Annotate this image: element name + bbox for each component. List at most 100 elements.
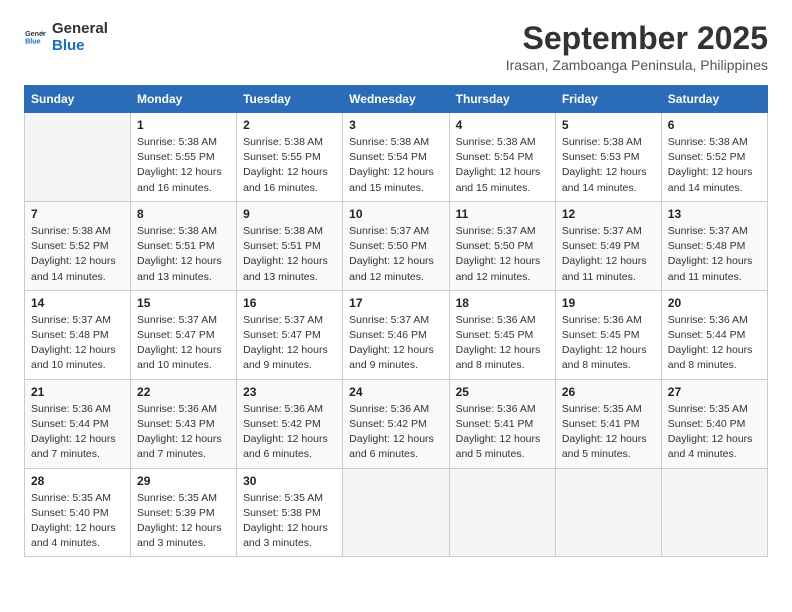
day-info: Sunrise: 5:38 AM Sunset: 5:52 PM Dayligh… [31,224,124,285]
calendar-cell: 19 Sunrise: 5:36 AM Sunset: 5:45 PM Dayli… [555,290,661,379]
day-info: Sunrise: 5:37 AM Sunset: 5:50 PM Dayligh… [456,224,549,285]
day-number: 7 [31,207,124,221]
calendar-cell [661,468,767,557]
day-info: Sunrise: 5:37 AM Sunset: 5:49 PM Dayligh… [562,224,655,285]
logo-line2: Blue [52,37,108,54]
calendar-cell: 23 Sunrise: 5:36 AM Sunset: 5:42 PM Dayli… [237,379,343,468]
day-info: Sunrise: 5:36 AM Sunset: 5:44 PM Dayligh… [31,402,124,463]
day-number: 29 [137,474,230,488]
calendar-cell: 14 Sunrise: 5:37 AM Sunset: 5:48 PM Dayli… [25,290,131,379]
calendar-cell: 24Sunrise: 5:36 AM Sunset: 5:42 PM Dayli… [343,379,449,468]
day-number: 14 [31,296,124,310]
day-info: Sunrise: 5:37 AM Sunset: 5:47 PM Dayligh… [137,313,230,374]
day-number: 5 [562,118,655,132]
day-info: Sunrise: 5:36 AM Sunset: 5:42 PM Dayligh… [243,402,336,463]
day-info: Sunrise: 5:37 AM Sunset: 5:47 PM Dayligh… [243,313,336,374]
day-info: Sunrise: 5:38 AM Sunset: 5:54 PM Dayligh… [456,135,549,196]
calendar-week-4: 21 Sunrise: 5:36 AM Sunset: 5:44 PM Dayli… [25,379,768,468]
day-header-thursday: Thursday [449,86,555,113]
day-number: 1 [137,118,230,132]
calendar-cell [555,468,661,557]
calendar-cell: 16 Sunrise: 5:37 AM Sunset: 5:47 PM Dayli… [237,290,343,379]
day-info: Sunrise: 5:35 AM Sunset: 5:41 PM Dayligh… [562,402,655,463]
day-number: 12 [562,207,655,221]
day-info: Sunrise: 5:38 AM Sunset: 5:54 PM Dayligh… [349,135,442,196]
day-header-monday: Monday [131,86,237,113]
day-number: 24 [349,385,442,399]
calendar-cell [449,468,555,557]
calendar-cell: 3Sunrise: 5:38 AM Sunset: 5:54 PM Daylig… [343,113,449,202]
day-number: 15 [137,296,230,310]
calendar-cell: 20 Sunrise: 5:36 AM Sunset: 5:44 PM Dayli… [661,290,767,379]
svg-text:Blue: Blue [25,38,41,46]
calendar-week-2: 7 Sunrise: 5:38 AM Sunset: 5:52 PM Daylig… [25,201,768,290]
day-header-friday: Friday [555,86,661,113]
calendar: SundayMondayTuesdayWednesdayThursdayFrid… [24,85,768,557]
day-info: Sunrise: 5:37 AM Sunset: 5:46 PM Dayligh… [349,313,442,374]
calendar-cell: 15 Sunrise: 5:37 AM Sunset: 5:47 PM Dayli… [131,290,237,379]
day-number: 28 [31,474,124,488]
day-number: 30 [243,474,336,488]
day-number: 27 [668,385,761,399]
calendar-cell: 5 Sunrise: 5:38 AM Sunset: 5:53 PM Daylig… [555,113,661,202]
day-info: Sunrise: 5:36 AM Sunset: 5:44 PM Dayligh… [668,313,761,374]
calendar-cell: 26 Sunrise: 5:35 AM Sunset: 5:41 PM Dayli… [555,379,661,468]
day-info: Sunrise: 5:35 AM Sunset: 5:40 PM Dayligh… [668,402,761,463]
calendar-cell: 7 Sunrise: 5:38 AM Sunset: 5:52 PM Daylig… [25,201,131,290]
location: Irasan, Zamboanga Peninsula, Philippines [506,57,768,73]
day-number: 6 [668,118,761,132]
logo-line1: General [52,20,108,37]
day-number: 19 [562,296,655,310]
logo: General Blue General Blue [24,20,108,54]
day-number: 20 [668,296,761,310]
day-info: Sunrise: 5:38 AM Sunset: 5:53 PM Dayligh… [562,135,655,196]
calendar-cell: 21 Sunrise: 5:36 AM Sunset: 5:44 PM Dayli… [25,379,131,468]
header: General Blue General Blue September 2025… [24,20,768,73]
calendar-cell [25,113,131,202]
day-number: 21 [31,385,124,399]
calendar-cell: 4Sunrise: 5:38 AM Sunset: 5:54 PM Daylig… [449,113,555,202]
day-header-saturday: Saturday [661,86,767,113]
day-info: Sunrise: 5:35 AM Sunset: 5:39 PM Dayligh… [137,491,230,552]
day-header-wednesday: Wednesday [343,86,449,113]
day-info: Sunrise: 5:36 AM Sunset: 5:45 PM Dayligh… [562,313,655,374]
day-number: 22 [137,385,230,399]
calendar-cell: 2Sunrise: 5:38 AM Sunset: 5:55 PM Daylig… [237,113,343,202]
day-info: Sunrise: 5:37 AM Sunset: 5:50 PM Dayligh… [349,224,442,285]
day-info: Sunrise: 5:38 AM Sunset: 5:55 PM Dayligh… [137,135,230,196]
month-year: September 2025 [506,20,768,57]
calendar-week-5: 28Sunrise: 5:35 AM Sunset: 5:40 PM Dayli… [25,468,768,557]
day-info: Sunrise: 5:37 AM Sunset: 5:48 PM Dayligh… [668,224,761,285]
day-number: 18 [456,296,549,310]
day-number: 9 [243,207,336,221]
title-area: September 2025 Irasan, Zamboanga Peninsu… [506,20,768,73]
day-number: 8 [137,207,230,221]
day-number: 16 [243,296,336,310]
day-info: Sunrise: 5:35 AM Sunset: 5:38 PM Dayligh… [243,491,336,552]
day-number: 11 [456,207,549,221]
calendar-week-3: 14 Sunrise: 5:37 AM Sunset: 5:48 PM Dayli… [25,290,768,379]
day-number: 26 [562,385,655,399]
calendar-cell: 10Sunrise: 5:37 AM Sunset: 5:50 PM Dayli… [343,201,449,290]
calendar-cell: 22 Sunrise: 5:36 AM Sunset: 5:43 PM Dayli… [131,379,237,468]
logo-icon: General Blue [24,26,46,48]
day-info: Sunrise: 5:36 AM Sunset: 5:45 PM Dayligh… [456,313,549,374]
day-number: 25 [456,385,549,399]
day-header-tuesday: Tuesday [237,86,343,113]
calendar-week-1: 1 Sunrise: 5:38 AM Sunset: 5:55 PM Daylig… [25,113,768,202]
day-number: 2 [243,118,336,132]
calendar-cell: 17 Sunrise: 5:37 AM Sunset: 5:46 PM Dayli… [343,290,449,379]
calendar-cell: 28Sunrise: 5:35 AM Sunset: 5:40 PM Dayli… [25,468,131,557]
calendar-cell: 12 Sunrise: 5:37 AM Sunset: 5:49 PM Dayli… [555,201,661,290]
day-info: Sunrise: 5:36 AM Sunset: 5:43 PM Dayligh… [137,402,230,463]
day-number: 17 [349,296,442,310]
day-number: 23 [243,385,336,399]
day-info: Sunrise: 5:37 AM Sunset: 5:48 PM Dayligh… [31,313,124,374]
calendar-cell [343,468,449,557]
calendar-header-row: SundayMondayTuesdayWednesdayThursdayFrid… [25,86,768,113]
day-info: Sunrise: 5:36 AM Sunset: 5:41 PM Dayligh… [456,402,549,463]
day-info: Sunrise: 5:38 AM Sunset: 5:51 PM Dayligh… [137,224,230,285]
calendar-cell: 25 Sunrise: 5:36 AM Sunset: 5:41 PM Dayli… [449,379,555,468]
calendar-cell: 18 Sunrise: 5:36 AM Sunset: 5:45 PM Dayli… [449,290,555,379]
calendar-cell: 8 Sunrise: 5:38 AM Sunset: 5:51 PM Daylig… [131,201,237,290]
